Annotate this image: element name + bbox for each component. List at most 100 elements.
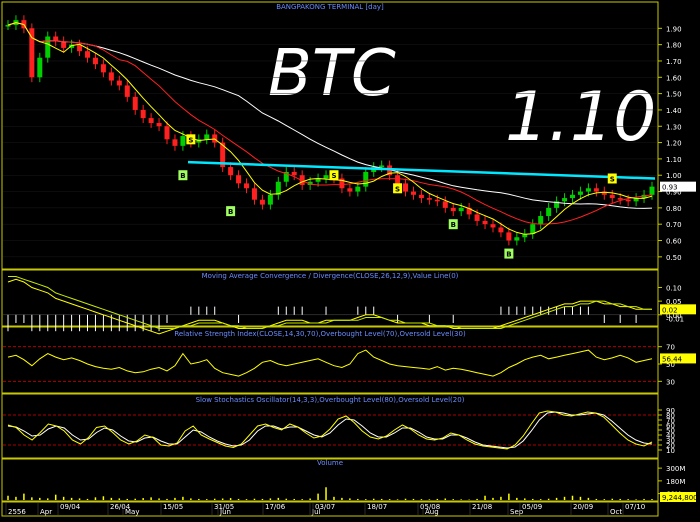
x-axis-label: 17/06: [265, 503, 286, 511]
candle-body: [482, 220, 488, 225]
price-tick-label: 1.30: [666, 123, 682, 131]
price-tick-label: 0.80: [666, 205, 682, 213]
candle-body: [323, 175, 329, 179]
candle-body: [450, 207, 456, 212]
candle-body: [228, 167, 234, 176]
candle-body: [164, 126, 170, 140]
x-axis-label: 21/08: [472, 503, 492, 511]
price-tick-label: 1.70: [666, 58, 682, 66]
volume-tick-label: 300M: [666, 465, 685, 473]
candle-body: [132, 96, 138, 110]
price-tick-label: 1.60: [666, 74, 682, 82]
candle-body: [379, 165, 385, 168]
x-axis-label: Oct: [610, 508, 622, 516]
candle-body: [609, 194, 615, 199]
price-tick-label: 1.00: [666, 172, 682, 180]
price-tick-label: 1.50: [666, 91, 682, 99]
x-axis-label: May: [125, 508, 139, 516]
candle-body: [156, 122, 162, 127]
candle-body: [585, 188, 591, 192]
buy-signal-label: B: [506, 251, 511, 259]
macd-current-value-2: -0.01: [666, 316, 684, 324]
candle-body: [577, 191, 583, 195]
candle-body: [291, 171, 297, 176]
candle-body: [434, 199, 440, 202]
macd-tick-label: 0.10: [666, 284, 682, 292]
x-axis-label: Apr: [40, 508, 52, 516]
x-axis-label: 03/07: [315, 503, 335, 511]
candle-body: [538, 216, 544, 225]
candle-body: [45, 36, 51, 58]
rsi-tick-label: 70: [666, 344, 675, 352]
price-current-value: 0.93: [662, 184, 678, 192]
volume-title: Volume: [317, 459, 343, 467]
candle-body: [172, 139, 178, 146]
candle-body: [426, 198, 432, 200]
candle-body: [593, 188, 599, 192]
price-tick-label: 1.80: [666, 42, 682, 50]
candle-body: [100, 64, 106, 73]
price-chart-title: BANGPAKONG TERMINAL [day]: [276, 3, 384, 11]
rsi-tick-label: 30: [666, 378, 675, 386]
candle-body: [506, 232, 512, 241]
candle-body: [259, 199, 265, 205]
candle-body: [92, 57, 98, 65]
stochastic-title: Slow Stochastics Oscillator(14,3,3),Over…: [196, 396, 465, 404]
volume-tick-label: 180M: [666, 478, 685, 486]
x-axis-label: 15/05: [163, 503, 183, 511]
candle-body: [395, 175, 401, 184]
sell-signal-label: S: [395, 185, 400, 193]
candle-body: [490, 224, 496, 228]
sell-signal-label: S: [188, 136, 193, 144]
sell-signal-label: S: [610, 175, 615, 183]
macd-title: Moving Average Convergence / Divergence(…: [202, 272, 459, 280]
candle-body: [148, 118, 154, 123]
candle-body: [204, 134, 210, 140]
symbol-overlay: BTC: [268, 37, 396, 111]
candle-body: [498, 227, 504, 233]
rsi-current-value: 56.44: [662, 355, 683, 363]
x-axis-label: 07/10: [625, 503, 645, 511]
price-tick-label: 0.60: [666, 238, 682, 246]
sell-signal-label: S: [331, 172, 336, 180]
x-axis-label: 2556: [8, 508, 26, 516]
candle-body: [569, 194, 575, 199]
candle-body: [244, 183, 250, 189]
buy-signal-label: B: [451, 221, 456, 229]
chart-svg: BANGPAKONG TERMINAL [day] Moving Average…: [0, 0, 700, 518]
buy-signal-label: B: [228, 208, 233, 216]
candle-body: [236, 175, 242, 184]
x-axis-label: Jun: [219, 508, 231, 516]
price-tick-label: 0.50: [666, 254, 682, 262]
x-axis-label: 20/09: [573, 503, 593, 511]
x-axis-label: Aug: [425, 508, 439, 516]
candle-body: [85, 51, 91, 58]
x-axis-label: 05/09: [522, 503, 542, 511]
rsi-title: Relative Strength Index(CLOSE,14,30,70),…: [174, 330, 466, 338]
candle-body: [418, 194, 424, 199]
price-tick-label: 1.90: [666, 25, 682, 33]
buy-signal-label: B: [180, 172, 185, 180]
price-overlay: 1.10: [505, 78, 656, 157]
candle-body: [562, 198, 568, 202]
candle-body: [355, 186, 361, 192]
candle-body: [180, 136, 186, 146]
candle-body: [625, 199, 631, 202]
candle-body: [410, 191, 416, 195]
candle-body: [546, 207, 552, 217]
stoch-tick-label: 10: [666, 447, 675, 455]
candle-body: [5, 25, 11, 27]
candle-body: [251, 188, 257, 200]
candle-body: [116, 80, 122, 86]
candle-body: [124, 85, 130, 97]
candle-body: [403, 183, 409, 192]
candle-body: [442, 201, 448, 208]
candle-body: [514, 237, 520, 241]
candle-body: [140, 109, 146, 119]
candle-body: [649, 186, 655, 195]
candle-body: [363, 171, 369, 187]
x-axis-label: 18/07: [367, 503, 387, 511]
price-tick-label: 1.20: [666, 140, 682, 148]
price-tick-label: 0.70: [666, 221, 682, 229]
volume-current-value: 9,244,800: [662, 494, 698, 502]
